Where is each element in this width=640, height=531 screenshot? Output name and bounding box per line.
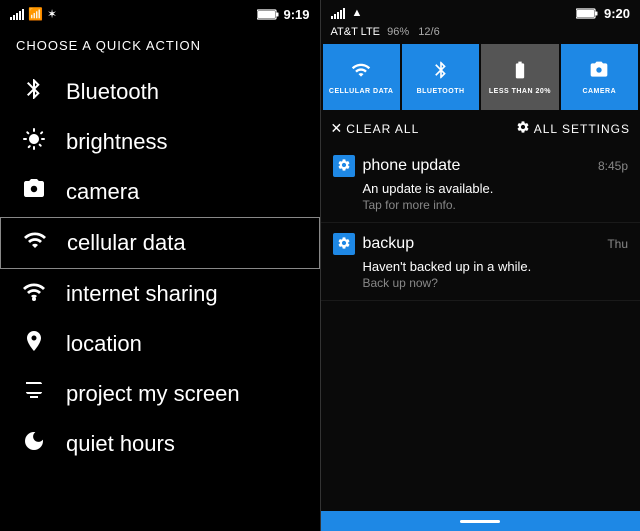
right-status-right: 9:20 bbox=[576, 6, 630, 21]
wifi-icon: 📶 bbox=[28, 7, 43, 21]
right-battery-icon bbox=[576, 8, 598, 19]
signal-icon bbox=[10, 8, 24, 20]
menu-item-bluetooth[interactable]: Bluetooth bbox=[0, 67, 320, 117]
carrier-text: AT&T LTE bbox=[331, 26, 381, 38]
right-signal-icon bbox=[331, 7, 345, 19]
tile-bluetooth-icon bbox=[431, 60, 451, 86]
left-status-icons: 📶 ✶ bbox=[10, 7, 57, 21]
bluetooth-icon bbox=[16, 77, 52, 107]
quick-tiles: CELLULAR DATA BLUETOOTH LESS THAN 20% CA… bbox=[321, 42, 640, 112]
tile-cellular-icon bbox=[351, 60, 371, 86]
internet-icon bbox=[16, 279, 52, 309]
menu-item-camera[interactable]: camera bbox=[0, 167, 320, 217]
menu-item-brightness[interactable]: brightness bbox=[0, 117, 320, 167]
brightness-label: brightness bbox=[66, 129, 168, 155]
notif-phone-update[interactable]: phone update 8:45p An update is availabl… bbox=[321, 145, 640, 223]
quiet-label: quiet hours bbox=[66, 431, 175, 457]
project-label: project my screen bbox=[66, 381, 240, 407]
bluetooth-label: Bluetooth bbox=[66, 79, 159, 105]
right-time: 9:20 bbox=[604, 6, 630, 21]
menu-item-location[interactable]: location bbox=[0, 319, 320, 369]
battery-icon bbox=[257, 9, 279, 20]
tile-cellular[interactable]: CELLULAR DATA bbox=[323, 44, 400, 110]
right-bottom-bar bbox=[321, 511, 640, 531]
cellular-label: cellular data bbox=[67, 230, 186, 256]
bluetooth-status-icon: ✶ bbox=[47, 7, 57, 21]
cellular-icon bbox=[17, 228, 53, 258]
tile-bluetooth[interactable]: BLUETOOTH bbox=[402, 44, 479, 110]
right-panel: ▲ 9:20 AT&T LTE 96% 12/6 CELLULAR DATA bbox=[321, 0, 640, 531]
bottom-indicator bbox=[460, 520, 500, 523]
notif-backup-icon bbox=[333, 233, 355, 255]
notif-phone-update-app: phone update bbox=[363, 157, 461, 175]
notif-phone-update-header: phone update 8:45p bbox=[333, 155, 629, 177]
tile-battery-icon bbox=[510, 60, 530, 86]
menu-item-cellular[interactable]: cellular data bbox=[0, 217, 320, 269]
project-icon bbox=[16, 379, 52, 409]
clear-all-label: CLEAR ALL bbox=[346, 122, 419, 136]
location-icon bbox=[16, 329, 52, 359]
notif-backup-main: Haven't backed up in a while. bbox=[363, 259, 629, 274]
left-title: CHOOSE A QUICK ACTION bbox=[0, 28, 320, 67]
notifications-list: phone update 8:45p An update is availabl… bbox=[321, 145, 640, 511]
menu-item-project[interactable]: project my screen bbox=[0, 369, 320, 419]
tile-camera-icon bbox=[589, 60, 609, 86]
left-status-bar: 📶 ✶ 9:19 bbox=[0, 0, 320, 28]
notif-phone-update-main: An update is available. bbox=[363, 181, 629, 196]
notif-backup-sub: Back up now? bbox=[363, 276, 629, 290]
tile-battery-label: LESS THAN 20% bbox=[489, 88, 551, 95]
right-wifi-icon: ▲ bbox=[352, 7, 363, 19]
left-time: 9:19 bbox=[283, 7, 309, 22]
right-carrier: AT&T LTE 96% 12/6 bbox=[321, 26, 640, 42]
tile-bluetooth-label: BLUETOOTH bbox=[417, 88, 465, 95]
quiet-icon bbox=[16, 429, 52, 459]
menu-item-internet[interactable]: internet sharing bbox=[0, 269, 320, 319]
all-settings-button[interactable]: ALL SETTINGS bbox=[516, 120, 630, 137]
notif-backup-header: backup Thu bbox=[333, 233, 629, 255]
brightness-icon bbox=[16, 127, 52, 157]
tile-cellular-label: CELLULAR DATA bbox=[329, 88, 394, 95]
location-label: location bbox=[66, 331, 142, 357]
all-settings-label: ALL SETTINGS bbox=[534, 122, 630, 136]
tile-camera[interactable]: CAMERA bbox=[561, 44, 638, 110]
camera-icon bbox=[16, 177, 52, 207]
notif-backup[interactable]: backup Thu Haven't backed up in a while.… bbox=[321, 223, 640, 301]
battery-date: 96% 12/6 bbox=[387, 26, 440, 38]
left-panel: 📶 ✶ 9:19 CHOOSE A QUICK ACTION Bluetooth bbox=[0, 0, 320, 531]
left-status-right: 9:19 bbox=[257, 7, 309, 22]
right-status-bar: ▲ 9:20 bbox=[321, 0, 640, 26]
notif-backup-app: backup bbox=[363, 235, 415, 253]
menu-item-quiet[interactable]: quiet hours bbox=[0, 419, 320, 469]
notif-backup-time: Thu bbox=[607, 237, 628, 251]
menu-list: Bluetooth brightness camera cellular dat… bbox=[0, 67, 320, 469]
settings-icon bbox=[516, 120, 530, 137]
notif-phone-update-time: 8:45p bbox=[598, 159, 628, 173]
notif-phone-update-sub: Tap for more info. bbox=[363, 198, 629, 212]
clear-all-button[interactable]: ✕ CLEAR ALL bbox=[331, 120, 420, 137]
right-status-left: ▲ bbox=[331, 7, 363, 19]
internet-label: internet sharing bbox=[66, 281, 218, 307]
clear-all-icon: ✕ bbox=[331, 120, 343, 137]
tile-battery[interactable]: LESS THAN 20% bbox=[481, 44, 558, 110]
action-bar: ✕ CLEAR ALL ALL SETTINGS bbox=[321, 112, 640, 145]
notif-phone-update-icon bbox=[333, 155, 355, 177]
camera-label: camera bbox=[66, 179, 139, 205]
tile-camera-label: CAMERA bbox=[582, 88, 616, 95]
